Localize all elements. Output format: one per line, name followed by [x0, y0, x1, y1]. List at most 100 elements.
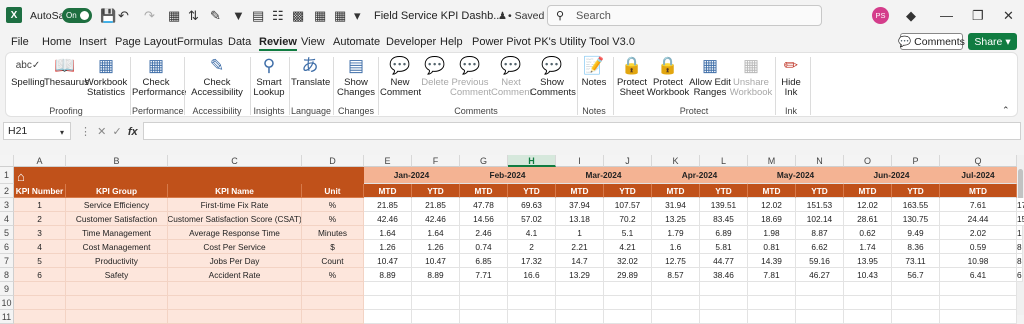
value-cell[interactable]: 37.94	[556, 198, 604, 212]
value-cell[interactable]: 8.89	[412, 268, 460, 282]
empty-cell[interactable]	[892, 296, 940, 310]
close-icon[interactable]: ✕	[1003, 8, 1014, 23]
value-cell[interactable]: 1.79	[652, 226, 700, 240]
check-accessibility-button[interactable]: ✎ Check Accessibility	[188, 55, 246, 98]
value-cell[interactable]: 14.56	[460, 212, 508, 226]
empty-cell[interactable]	[796, 310, 844, 324]
value-cell[interactable]: 1.26	[412, 240, 460, 254]
empty-cell[interactable]	[796, 296, 844, 310]
empty-cell[interactable]	[66, 296, 168, 310]
value-cell[interactable]: 13.18	[556, 212, 604, 226]
protect-sheet-button[interactable]: 🔒 Protect Sheet	[614, 55, 650, 98]
share-button[interactable]: Share ▾	[968, 33, 1017, 50]
value-cell[interactable]: 6.89	[700, 226, 748, 240]
saved-status[interactable]: • Saved	[508, 10, 544, 22]
value-cell[interactable]: 7.81	[748, 268, 796, 282]
empty-cell[interactable]	[604, 310, 652, 324]
column-header-h[interactable]: H	[508, 155, 556, 167]
empty-cell[interactable]	[412, 282, 460, 296]
empty-cell[interactable]	[66, 310, 168, 324]
kpi-name-cell[interactable]: Jobs Per Day	[168, 254, 302, 268]
empty-cell[interactable]	[364, 282, 412, 296]
column-header-g[interactable]: G	[460, 155, 508, 167]
translate-button[interactable]: あ Translate	[291, 55, 330, 88]
kpi-number-cell[interactable]: 1	[14, 198, 66, 212]
value-cell[interactable]: 42.46	[364, 212, 412, 226]
avatar[interactable]: PS	[872, 7, 889, 24]
tab-review[interactable]: Review	[259, 36, 297, 51]
value-cell[interactable]: 14.7	[556, 254, 604, 268]
empty-cell[interactable]	[364, 310, 412, 324]
empty-cell[interactable]	[748, 296, 796, 310]
value-cell[interactable]: 15	[1017, 212, 1024, 226]
value-cell[interactable]: 5.1	[604, 226, 652, 240]
row-header-2[interactable]: 2	[0, 184, 14, 198]
value-cell[interactable]: 1	[556, 226, 604, 240]
row-header-5[interactable]: 5	[0, 226, 14, 240]
calculator-icon[interactable]: ▦	[314, 8, 326, 23]
smart-lookup-button[interactable]: ⚲ Smart Lookup	[252, 55, 286, 98]
hide-ink-button[interactable]: ✏ Hide Ink	[776, 55, 806, 98]
value-cell[interactable]: 38.46	[700, 268, 748, 282]
enter-icon[interactable]: ✓	[112, 126, 121, 138]
empty-cell[interactable]	[302, 282, 364, 296]
column-header-i[interactable]: I	[556, 155, 604, 167]
value-cell[interactable]: 139.51	[700, 198, 748, 212]
value-cell[interactable]: 31.94	[652, 198, 700, 212]
value-cell[interactable]: 8	[1017, 240, 1023, 254]
value-cell[interactable]: 1.98	[748, 226, 796, 240]
empty-cell[interactable]	[940, 310, 1017, 324]
empty-cell[interactable]	[460, 296, 508, 310]
table-icon[interactable]: ▦	[334, 8, 346, 23]
empty-cell[interactable]	[844, 282, 892, 296]
column-header-n[interactable]: N	[796, 155, 844, 167]
value-cell[interactable]: 21.85	[364, 198, 412, 212]
row-header-10[interactable]: 10	[0, 296, 14, 310]
formula-input[interactable]	[143, 122, 1021, 140]
value-cell[interactable]: 102.14	[796, 212, 844, 226]
value-cell[interactable]: 0.59	[940, 240, 1017, 254]
value-cell[interactable]: 12.02	[844, 198, 892, 212]
column-header-o[interactable]: O	[844, 155, 892, 167]
value-cell[interactable]: 10.47	[412, 254, 460, 268]
value-cell[interactable]: 1.64	[364, 226, 412, 240]
value-cell[interactable]: 6.41	[940, 268, 1017, 282]
value-cell[interactable]: 13.25	[652, 212, 700, 226]
value-cell[interactable]: 32.02	[604, 254, 652, 268]
empty-cell[interactable]	[604, 296, 652, 310]
value-cell[interactable]: 2.02	[940, 226, 1017, 240]
restore-icon[interactable]: ❐	[972, 8, 984, 23]
autosave-toggle[interactable]: On	[62, 8, 92, 23]
print-preview-icon[interactable]: ☷	[272, 8, 284, 23]
value-cell[interactable]: 0.81	[748, 240, 796, 254]
tab-view[interactable]: View	[301, 36, 325, 48]
kpi-number-cell[interactable]: 4	[14, 240, 66, 254]
empty-cell[interactable]	[844, 296, 892, 310]
value-cell[interactable]: 42.46	[412, 212, 460, 226]
sort-icon[interactable]: ⇅	[188, 8, 199, 23]
value-cell[interactable]: 17	[1017, 198, 1024, 212]
empty-cell[interactable]	[940, 296, 1017, 310]
value-cell[interactable]: 10.43	[844, 268, 892, 282]
value-cell[interactable]: 1	[1017, 226, 1023, 240]
value-cell[interactable]: 2.46	[460, 226, 508, 240]
value-cell[interactable]: 2	[508, 240, 556, 254]
value-cell[interactable]: 107.57	[604, 198, 652, 212]
empty-cell[interactable]	[652, 310, 700, 324]
unshare-workbook-button[interactable]: ▦ Unshare Workbook	[729, 55, 773, 98]
value-cell[interactable]: 1.26	[364, 240, 412, 254]
empty-cell[interactable]	[508, 296, 556, 310]
empty-cell[interactable]	[412, 296, 460, 310]
value-cell[interactable]: 4.21	[604, 240, 652, 254]
allow-edit-ranges-button[interactable]: ▦ Allow Edit Ranges	[688, 55, 732, 98]
insert-function-icon[interactable]: fx	[128, 126, 138, 138]
tab-insert[interactable]: Insert	[79, 36, 107, 48]
kpi-name-cell[interactable]: Average Response Time	[168, 226, 302, 240]
empty-cell[interactable]	[460, 310, 508, 324]
column-header-d[interactable]: D	[302, 155, 364, 167]
tab-pk-utility-tool[interactable]: PK's Utility Tool V3.0	[534, 36, 635, 48]
unit-cell[interactable]: Minutes	[302, 226, 364, 240]
kpi-name-cell[interactable]: First-time Fix Rate	[168, 198, 302, 212]
value-cell[interactable]: 59.16	[796, 254, 844, 268]
empty-cell[interactable]	[700, 282, 748, 296]
